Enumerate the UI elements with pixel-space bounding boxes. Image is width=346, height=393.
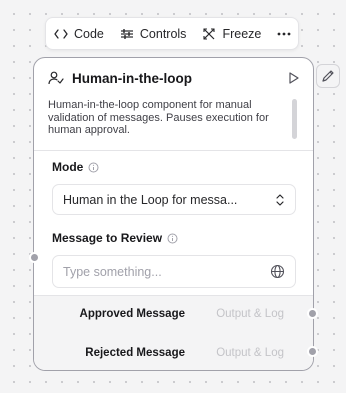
pencil-icon — [322, 70, 334, 82]
message-input-placeholder: Type something... — [63, 264, 162, 279]
controls-label: Controls — [139, 26, 187, 41]
play-icon[interactable] — [288, 72, 299, 84]
code-button[interactable]: Code — [54, 27, 104, 41]
controls-button[interactable]: Controls — [120, 26, 187, 41]
info-icon[interactable] — [88, 162, 99, 173]
node-title: Human-in-the-loop — [72, 70, 192, 86]
human-in-the-loop-node[interactable]: Human-in-the-loop Human-in-the-loop comp… — [33, 57, 314, 371]
input-handle-message[interactable] — [29, 252, 40, 263]
message-label: Message to Review — [52, 231, 163, 245]
code-icon — [54, 28, 68, 39]
mode-select[interactable]: Human in the Loop for messa... — [52, 184, 296, 215]
description-scrollbar[interactable] — [292, 99, 297, 139]
more-button[interactable] — [277, 32, 291, 36]
node-header: Human-in-the-loop — [34, 58, 313, 98]
output-name: Approved Message — [79, 308, 185, 320]
code-label: Code — [74, 26, 104, 41]
outputs-section: Approved Message Output & Log Rejected M… — [34, 295, 313, 370]
more-horizontal-icon — [277, 32, 291, 35]
chevrons-up-down-icon — [276, 193, 284, 206]
message-label-row: Message to Review — [52, 231, 178, 245]
output-name: Rejected Message — [85, 347, 185, 359]
output-row-rejected: Rejected Message Output & Log — [34, 343, 313, 363]
edit-node-button[interactable] — [316, 64, 340, 88]
user-check-icon — [48, 71, 64, 85]
globe-icon[interactable] — [270, 264, 285, 279]
node-toolbar: Code Controls Freeze — [45, 17, 299, 50]
output-handle-rejected[interactable] — [307, 346, 318, 357]
sliders-icon — [120, 28, 133, 39]
output-handle-approved[interactable] — [307, 308, 318, 319]
freeze-label: Freeze — [222, 26, 262, 41]
divider — [34, 150, 313, 151]
output-log-link[interactable]: Output & Log — [216, 308, 284, 320]
mode-label: Mode — [52, 160, 84, 174]
node-description: Human-in-the-loop component for manual v… — [48, 99, 269, 136]
snowflake-icon — [203, 27, 215, 40]
info-icon[interactable] — [167, 233, 178, 244]
output-row-approved: Approved Message Output & Log — [34, 304, 313, 324]
output-log-link[interactable]: Output & Log — [216, 347, 284, 359]
mode-label-row: Mode — [52, 160, 99, 174]
message-input[interactable]: Type something... — [52, 255, 296, 288]
freeze-button[interactable]: Freeze — [202, 27, 261, 41]
mode-select-value: Human in the Loop for messa... — [63, 192, 238, 207]
